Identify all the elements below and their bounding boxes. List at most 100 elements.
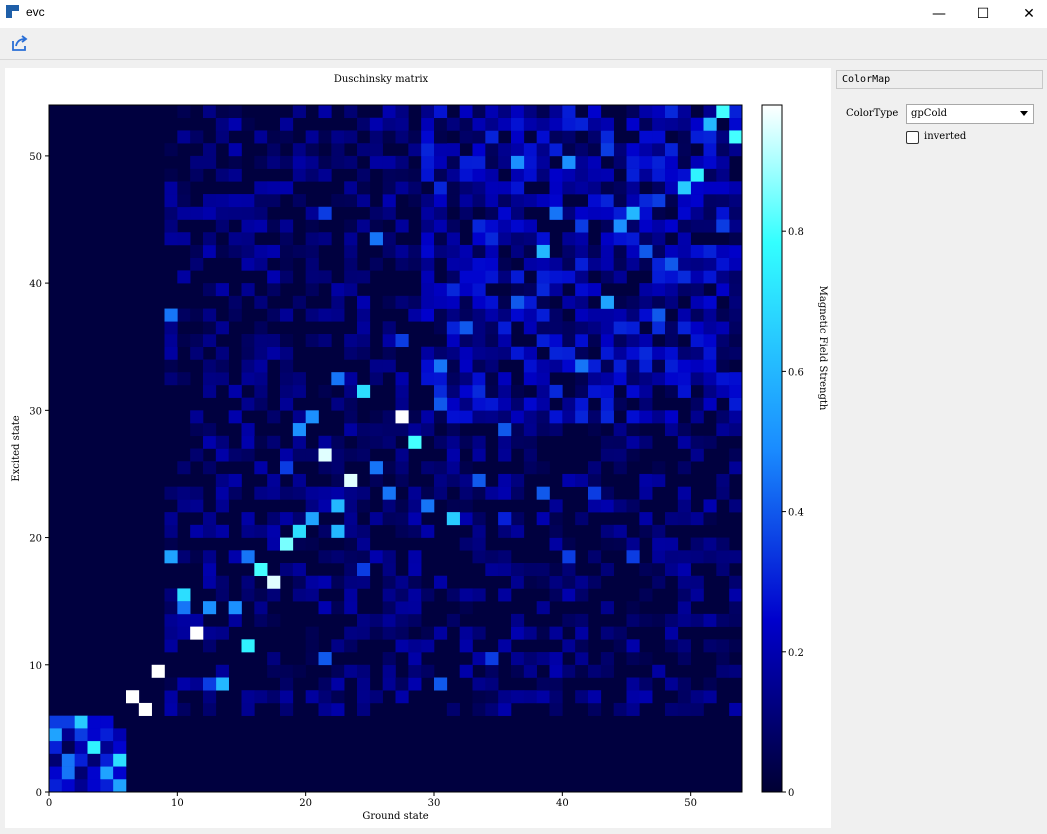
heatmap-cell xyxy=(703,397,717,411)
heatmap-cell xyxy=(703,117,717,131)
heatmap-cell xyxy=(613,461,627,475)
heatmap-cell xyxy=(716,270,730,284)
heatmap-cell xyxy=(459,117,473,131)
heatmap-cell xyxy=(254,588,268,602)
heatmap-cell xyxy=(536,575,550,589)
heatmap-cell xyxy=(292,105,306,119)
heatmap-cell xyxy=(190,423,204,437)
heatmap-cell xyxy=(177,461,191,475)
heatmap-cell xyxy=(639,219,653,233)
heatmap-cell xyxy=(485,206,499,220)
heatmap-cell xyxy=(395,690,409,704)
heatmap-cell xyxy=(421,219,435,233)
heatmap-cell xyxy=(446,499,460,513)
heatmap-cell xyxy=(421,499,435,513)
heatmap-cell xyxy=(626,702,640,716)
heatmap-cell xyxy=(523,219,537,233)
heatmap-cell xyxy=(408,194,422,208)
heatmap-cell xyxy=(395,588,409,602)
heatmap-cell xyxy=(652,575,666,589)
heatmap-cell xyxy=(716,423,730,437)
heatmap-cell xyxy=(536,270,550,284)
heatmap-cell xyxy=(549,334,563,348)
heatmap-cell xyxy=(600,486,614,500)
heatmap-cell xyxy=(588,181,602,195)
heatmap-cell xyxy=(331,435,345,449)
heatmap-cell xyxy=(434,219,448,233)
heatmap-cell xyxy=(446,194,460,208)
heatmap-cell xyxy=(677,461,691,475)
heatmap-cell xyxy=(446,613,460,627)
heatmap-cell xyxy=(369,232,383,246)
heatmap-cell xyxy=(511,613,525,627)
heatmap-cell xyxy=(280,257,294,271)
close-button[interactable]: ✕ xyxy=(1006,0,1047,28)
heatmap-cell xyxy=(254,524,268,538)
heatmap-cell xyxy=(588,410,602,424)
heatmap-cell xyxy=(677,563,691,577)
heatmap-cell xyxy=(382,499,396,513)
heatmap-cell xyxy=(344,283,358,297)
heatmap-cell xyxy=(511,244,525,258)
heatmap-cell xyxy=(87,766,101,780)
heatmap-cell xyxy=(395,626,409,640)
heatmap-cell xyxy=(472,537,486,551)
inverted-checkbox[interactable] xyxy=(906,131,919,144)
duschinsky-heatmap[interactable]: Duschinsky matrix 0 10 20 30 40 50 0 10 20 30 40 5… xyxy=(5,68,831,828)
heatmap-cell xyxy=(511,295,525,309)
heatmap-cell xyxy=(549,130,563,144)
heatmap-cell xyxy=(652,308,666,322)
heatmap-cell xyxy=(254,461,268,475)
heatmap-cell xyxy=(639,334,653,348)
heatmap-cell xyxy=(511,346,525,360)
colorbar-tick-label: 0 xyxy=(788,788,794,799)
heatmap-cell xyxy=(485,346,499,360)
heatmap-cell xyxy=(305,219,319,233)
heatmap-cell xyxy=(215,473,229,487)
heatmap-cell xyxy=(536,359,550,373)
chart-title: Duschinsky matrix xyxy=(334,74,429,85)
heatmap-cell xyxy=(652,143,666,157)
heatmap-cell xyxy=(536,652,550,666)
heatmap-cell xyxy=(164,346,178,360)
heatmap-cell xyxy=(74,728,88,742)
heatmap-cell xyxy=(588,423,602,437)
heatmap-cell xyxy=(382,295,396,309)
heatmap-cell xyxy=(241,372,255,386)
maximize-button[interactable]: ☐ xyxy=(960,0,1006,28)
heatmap-cell xyxy=(280,690,294,704)
export-button[interactable] xyxy=(9,33,31,55)
minimize-button[interactable]: — xyxy=(916,0,962,28)
heatmap-cell xyxy=(588,550,602,564)
heatmap-cell xyxy=(228,143,242,157)
heatmap-cell xyxy=(729,702,743,716)
heatmap-cell xyxy=(690,575,704,589)
heatmap-cell xyxy=(49,741,63,755)
heatmap-cell xyxy=(203,690,217,704)
heatmap-cell xyxy=(575,359,589,373)
heatmap-cell xyxy=(344,524,358,538)
heatmap-cell xyxy=(690,155,704,169)
heatmap-cell xyxy=(331,550,345,564)
heatmap-cell xyxy=(408,613,422,627)
heatmap-cell xyxy=(626,117,640,131)
heatmap-cell xyxy=(369,550,383,564)
chevron-down-icon xyxy=(1020,111,1028,116)
heatmap-cell xyxy=(729,384,743,398)
heatmap-cell xyxy=(472,130,486,144)
heatmap-cell xyxy=(280,130,294,144)
heatmap-cell xyxy=(729,499,743,513)
color-type-select[interactable]: gpCold xyxy=(906,104,1034,124)
heatmap-cell xyxy=(677,194,691,208)
heatmap-cell xyxy=(600,130,614,144)
heatmap-cell xyxy=(703,435,717,449)
heatmap-cell xyxy=(215,194,229,208)
heatmap-cell xyxy=(677,435,691,449)
heatmap-cell xyxy=(690,588,704,602)
heatmap-cell xyxy=(100,741,114,755)
heatmap-cell xyxy=(382,321,396,335)
heatmap-cell xyxy=(369,206,383,220)
heatmap-cell xyxy=(562,397,576,411)
heatmap-cell xyxy=(588,486,602,500)
heatmap-cell xyxy=(203,232,217,246)
